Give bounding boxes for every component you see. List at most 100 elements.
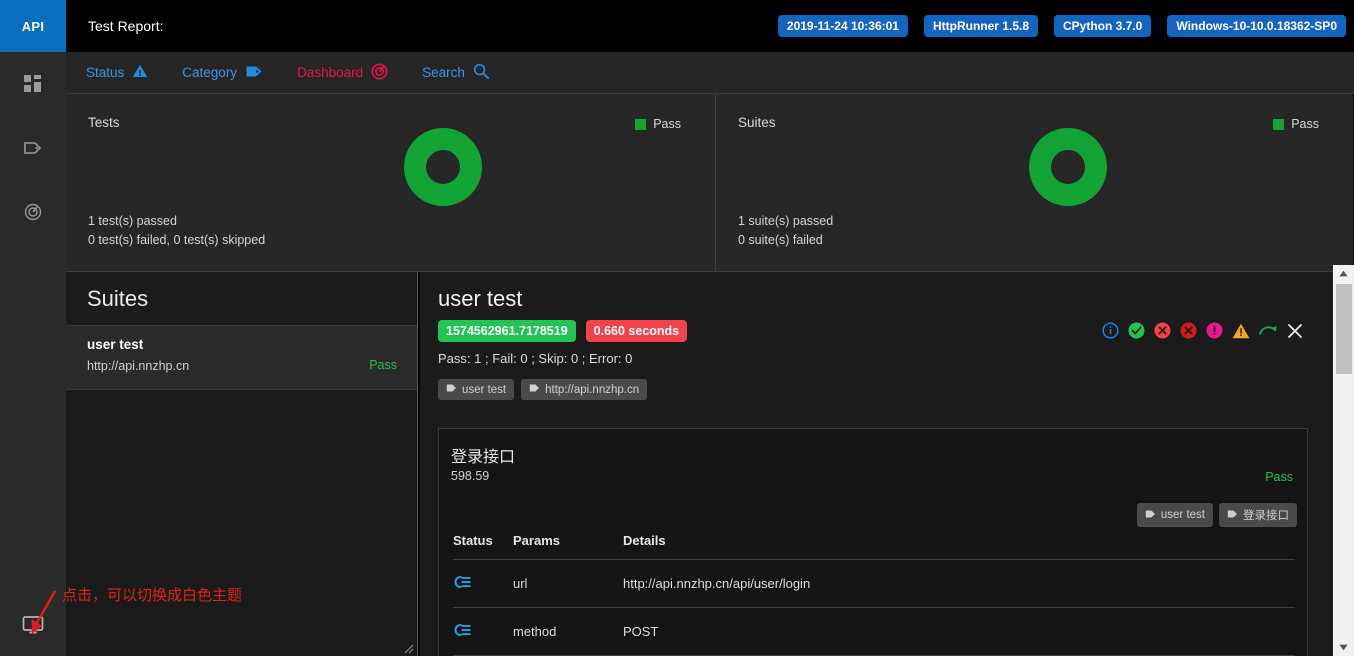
suite-url: http://api.nnzhp.cn [87,359,190,373]
alert-circle-icon[interactable] [1206,322,1223,344]
legend-swatch-pass [635,118,647,130]
vertical-scrollbar[interactable] [1333,265,1354,656]
test-card-status-badge: Pass [1265,470,1293,484]
detail-filter-icons [1102,322,1303,344]
legend-label-pass: Pass [1291,117,1319,131]
test-card-tag-chips: user test 登录接口 [1136,503,1297,527]
rail-item-dashboard-grid[interactable] [0,52,66,116]
column-header-status: Status [453,527,513,560]
tests-passed-line: 1 test(s) passed [88,214,177,228]
tag-icon [446,383,457,396]
detail-tag-chip[interactable]: user test [438,379,515,400]
log-entry-icon [453,624,473,641]
navigation-bar: Status Category Dashboard Search [66,52,1354,94]
check-circle-icon[interactable] [1128,322,1145,344]
table-row[interactable]: url http://api.nnzhp.cn/api/user/login [453,559,1295,608]
badge-python: CPython 3.7.0 [1054,15,1152,37]
test-card-tag-label: user test [1160,509,1205,521]
cell-details: POST [623,607,1295,656]
nav-item-category-label: Category [182,65,238,80]
suites-failed-line: 0 suite(s) failed [738,233,823,247]
detail-tag-chip-label: user test [462,383,507,396]
legend-swatch-pass [1273,118,1285,130]
error-circle-icon[interactable] [1180,322,1197,344]
test-card-tag-chip[interactable]: 登录接口 [1219,503,1297,527]
scrollbar-thumb[interactable] [1336,284,1352,374]
suite-list-item[interactable]: user test http://api.nnzhp.cn Pass [66,326,417,390]
nav-item-dashboard-label: Dashboard [297,65,364,80]
detail-tag-chip[interactable]: http://api.nnzhp.cn [521,379,648,400]
test-card-title: 登录接口 [451,449,516,466]
suites-list-panel: Suites user test http://api.nnzhp.cn Pas… [66,272,418,656]
rail-item-tag[interactable] [0,116,66,180]
suites-list-title: Suites [87,285,149,311]
table-header-row: Status Params Details [453,527,1295,560]
test-card-duration: 598.59 [451,469,490,483]
tag-icon [1145,509,1156,522]
info-icon[interactable] [1102,322,1119,344]
suites-legend: Pass [1273,117,1319,131]
suite-status-badge: Pass [369,358,397,372]
tests-summary-title: Tests [88,115,120,130]
nav-item-status[interactable]: Status [86,64,148,81]
test-card-tag-chip[interactable]: user test [1136,503,1213,527]
suites-summary-lines: 1 suite(s) passed 0 suite(s) failed [738,212,833,250]
summary-section: Tests Pass 1 test(s) passed 0 test(s) fa… [66,94,1354,272]
nav-item-search[interactable]: Search [422,63,489,82]
detail-panel: user test 1574562961.7178519 0.660 secon… [420,272,1333,656]
tests-summary-lines: 1 test(s) passed 0 test(s) failed, 0 tes… [88,212,265,250]
tag-icon [23,140,43,156]
top-bar: Test Report: 2019-11-24 10:36:01 HttpRun… [66,0,1354,52]
tag-icon [245,64,263,82]
dashboard-grid-icon [24,75,42,93]
search-icon [473,63,489,82]
fail-circle-icon[interactable] [1154,322,1171,344]
detail-id-badge: 1574562961.7178519 [438,320,576,342]
log-entry-icon [453,576,473,593]
table-row[interactable]: method POST [453,607,1295,656]
tests-summary-panel: Tests Pass 1 test(s) passed 0 test(s) fa… [66,94,716,272]
panel-resize-handle[interactable] [400,640,414,654]
tests-donut-chart [404,128,482,206]
nav-item-search-label: Search [422,65,465,80]
detail-tag-chip-label: http://api.nnzhp.cn [545,383,640,396]
cell-details: http://api.nnzhp.cn/api/user/login [623,559,1295,608]
test-card-tag-label: 登录接口 [1243,510,1289,522]
test-result-card: 登录接口 598.59 Pass user test 登录接口 Status P… [438,428,1308,656]
tests-legend: Pass [635,117,681,131]
cell-params: method [513,607,623,656]
column-header-params: Params [513,527,623,560]
badge-platform: Windows-10-10.0.18362-SP0 [1167,15,1346,37]
legend-label-pass: Pass [653,117,681,131]
scrollbar-down-arrow[interactable] [1333,639,1354,656]
gauge-icon [371,63,388,83]
suites-summary-panel: Suites Pass 1 suite(s) passed 0 suite(s)… [716,94,1353,272]
detail-tag-chips: user test http://api.nnzhp.cn [438,379,648,400]
tag-icon [1227,509,1238,522]
rail-item-gauge[interactable] [0,180,66,244]
cell-status [453,607,513,656]
test-steps-table: Status Params Details url http://api.nnz… [453,527,1295,656]
theme-toggle-button[interactable] [0,598,66,656]
page-title: Test Report: [88,18,164,34]
suites-passed-line: 1 suite(s) passed [738,214,834,228]
warning-triangle-icon[interactable] [1232,323,1250,344]
suite-name: user test [87,337,144,352]
tests-failed-line: 0 test(s) failed, 0 test(s) skipped [88,233,266,247]
left-rail: API [0,0,66,656]
close-icon[interactable] [1287,323,1303,344]
nav-item-dashboard[interactable]: Dashboard [297,63,388,83]
badge-framework: HttpRunner 1.5.8 [923,15,1038,37]
detail-duration-badge: 0.660 seconds [585,320,688,342]
warning-triangle-icon [132,64,148,81]
brand-logo[interactable]: API [0,0,66,52]
gauge-icon [24,203,42,221]
nav-item-category[interactable]: Category [182,64,263,82]
scrollbar-up-arrow[interactable] [1333,265,1354,282]
rerun-arrow-icon[interactable] [1259,323,1278,343]
column-header-details: Details [623,527,1295,560]
tag-icon [529,383,540,396]
suites-list-header: Suites [66,272,417,326]
monitor-icon [22,615,44,640]
detail-counts: Pass: 1 ; Fail: 0 ; Skip: 0 ; Error: 0 [438,351,633,366]
